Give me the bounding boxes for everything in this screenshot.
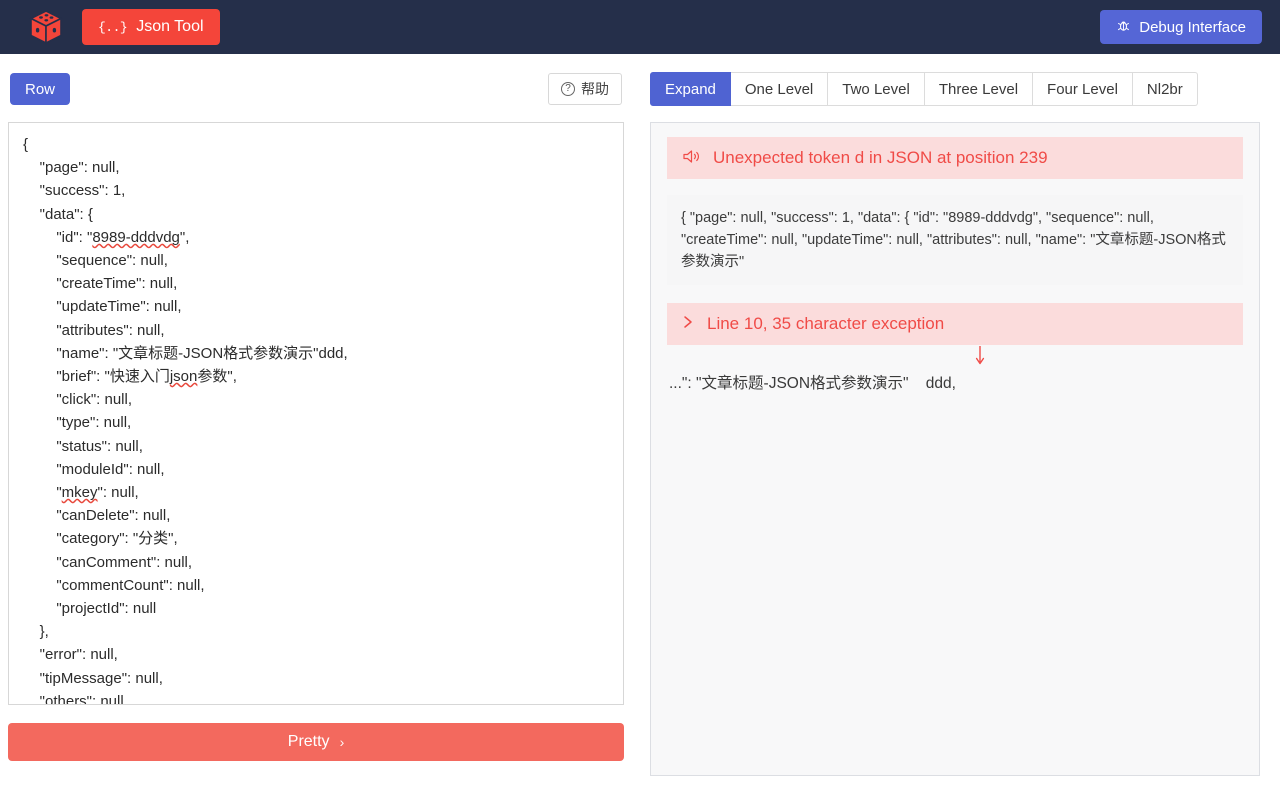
pretty-label: Pretty	[288, 733, 330, 751]
speaker-alert-icon	[683, 149, 701, 168]
top-navbar: {..} Json Tool Debug Interface	[0, 0, 1280, 54]
json-line: "mkey": null,	[23, 481, 615, 504]
exception-banner[interactable]: Line 10, 35 character exception	[667, 303, 1243, 345]
json-line: "name": "文章标题-JSON格式参数演示"ddd,	[23, 342, 615, 365]
json-line: },	[23, 620, 615, 643]
help-button[interactable]: ? 帮助	[548, 73, 622, 105]
json-line: {	[23, 133, 615, 156]
json-line: "canDelete": null,	[23, 504, 615, 527]
json-line: "createTime": null,	[23, 272, 615, 295]
error-banner: Unexpected token d in JSON at position 2…	[667, 137, 1243, 179]
json-line: "error": null,	[23, 643, 615, 666]
json-line: "data": {	[23, 203, 615, 226]
json-line: "tipMessage": null,	[23, 667, 615, 690]
down-arrow-icon	[974, 345, 986, 373]
json-line: "page": null,	[23, 156, 615, 179]
tab-two-level[interactable]: Two Level	[828, 72, 925, 106]
pretty-button[interactable]: Pretty ›	[8, 723, 624, 761]
question-circle-icon: ?	[561, 82, 575, 96]
debug-interface-label: Debug Interface	[1139, 19, 1246, 36]
curly-braces-icon: {..}	[98, 20, 127, 35]
json-line: "attributes": null,	[23, 319, 615, 342]
error-message: Unexpected token d in JSON at position 2…	[713, 148, 1048, 168]
json-preview-box: { "page": null, "success": 1, "data": { …	[667, 195, 1243, 285]
left-toolbar: Row ? 帮助	[8, 72, 624, 106]
chevron-right-icon	[683, 314, 693, 334]
left-pane: Row ? 帮助 { "page": null, "success": 1, "…	[0, 54, 640, 800]
json-line: "sequence": null,	[23, 249, 615, 272]
result-panel: Unexpected token d in JSON at position 2…	[650, 122, 1260, 776]
dice-logo-icon[interactable]	[26, 7, 66, 47]
right-pane: ExpandOne LevelTwo LevelThree LevelFour …	[640, 54, 1280, 800]
error-context-line: ...": "文章标题-JSON格式参数演示" ddd,	[667, 371, 1243, 393]
json-line: "click": null,	[23, 388, 615, 411]
tab-four-level[interactable]: Four Level	[1033, 72, 1133, 106]
tab-three-level[interactable]: Three Level	[925, 72, 1033, 106]
json-line: "brief": "快速入门json参数",	[23, 365, 615, 388]
json-line: "projectId": null	[23, 597, 615, 620]
json-input-textarea[interactable]: { "page": null, "success": 1, "data": { …	[8, 122, 624, 705]
tab-nl2br[interactable]: Nl2br	[1133, 72, 1198, 106]
exception-message: Line 10, 35 character exception	[707, 314, 944, 334]
json-line: "type": null,	[23, 411, 615, 434]
row-button[interactable]: Row	[10, 73, 70, 105]
json-line: "updateTime": null,	[23, 295, 615, 318]
bug-icon	[1116, 18, 1131, 37]
json-line: "canComment": null,	[23, 551, 615, 574]
json-tool-label: Json Tool	[136, 18, 203, 36]
chevron-right-icon: ›	[340, 734, 345, 750]
json-tool-button[interactable]: {..} Json Tool	[82, 9, 220, 45]
json-line: "category": "分类",	[23, 527, 615, 550]
json-line: "id": "8989-dddvdg",	[23, 226, 615, 249]
debug-interface-button[interactable]: Debug Interface	[1100, 10, 1262, 44]
json-line: "commentCount": null,	[23, 574, 615, 597]
main-body: Row ? 帮助 { "page": null, "success": 1, "…	[0, 54, 1280, 800]
json-line: "others": null	[23, 690, 615, 705]
json-line: "status": null,	[23, 435, 615, 458]
json-line: "success": 1,	[23, 179, 615, 202]
error-pointer-row	[667, 345, 1243, 371]
tab-expand[interactable]: Expand	[650, 72, 731, 106]
view-mode-tabs: ExpandOne LevelTwo LevelThree LevelFour …	[650, 72, 1260, 106]
tab-one-level[interactable]: One Level	[731, 72, 828, 106]
json-line: "moduleId": null,	[23, 458, 615, 481]
help-label: 帮助	[581, 79, 609, 99]
